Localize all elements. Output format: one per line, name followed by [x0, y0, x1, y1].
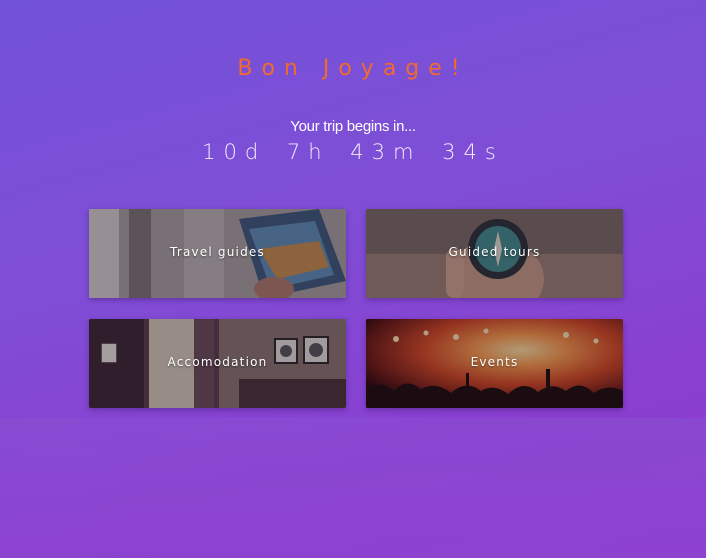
page-title: Bon Joyage! — [237, 56, 469, 81]
countdown-subtitle: Your trip begins in... — [290, 118, 416, 135]
countdown-hours: 7h — [286, 140, 330, 164]
page-content: Bon Joyage! Your trip begins in... 10d 7… — [0, 0, 706, 418]
card-accomodation[interactable]: Accomodation — [89, 319, 346, 408]
card-guided-tours[interactable]: Guided tours — [366, 209, 623, 298]
travel-guides-label: Travel guides — [170, 245, 265, 259]
events-label: Events — [470, 355, 519, 369]
countdown-timer: 10d 7h 43m 34s — [0, 140, 706, 164]
guided-tours-label: Guided tours — [448, 245, 541, 259]
card-travel-guides[interactable]: Travel guides — [89, 209, 346, 298]
card-events[interactable]: Events — [366, 319, 623, 408]
countdown-seconds: 34s — [442, 140, 504, 164]
page-bottom-band — [0, 418, 706, 558]
countdown-days: 10d — [202, 140, 267, 164]
accomodation-label: Accomodation — [167, 355, 268, 369]
countdown-minutes: 43m — [350, 140, 422, 164]
